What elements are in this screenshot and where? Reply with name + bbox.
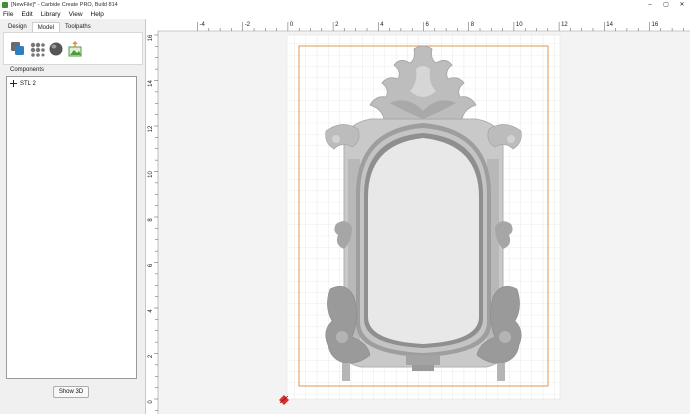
tab-design[interactable]: Design [3,22,32,32]
left-panel: Design Model Toolpaths Components STL 2 … [0,19,146,414]
menu-help[interactable]: Help [91,11,104,18]
ruler-label: 14 [148,80,154,87]
ruler-label: 12 [561,22,568,28]
image-to-model-button[interactable] [67,40,83,57]
show-3d-button[interactable]: Show 3D [53,386,89,398]
ruler-label: 16 [652,22,659,28]
image-relief-icon [68,40,82,56]
texture-icon [30,42,45,57]
minimize-button[interactable]: – [642,0,658,9]
component-name: STL 2 [20,80,36,87]
sphere-button[interactable] [48,41,64,57]
design-canvas[interactable]: -4 -2 0 2 4 6 8 10 12 14 16 16 14 12 10 8 6 4 2 0 [146,19,690,414]
texture-button[interactable] [29,41,45,57]
canvas-svg[interactable]: -4 -2 0 2 4 6 8 10 12 14 16 1614121086420 [146,19,690,414]
components-label: Components [10,67,45,73]
ruler-label: -2 [245,22,251,28]
ruler-label: 10 [516,22,523,28]
origin-marker-icon [279,395,289,405]
menu-file[interactable]: File [3,11,13,18]
tab-toolpaths[interactable]: Toolpaths [60,22,96,32]
ruler-label: 14 [606,22,613,28]
close-button[interactable]: ✕ [674,0,690,9]
title-bar: [NewFile]* - Carbide Create PRO, Build 8… [0,0,690,9]
menu-edit[interactable]: Edit [21,11,32,18]
ruler-label: 10 [148,171,154,178]
list-item[interactable]: STL 2 [10,80,36,87]
menu-bar: File Edit Library View Help [0,9,690,19]
app-icon [2,1,8,8]
ruler-label: 16 [148,34,154,41]
window-title: [NewFile]* - Carbide Create PRO, Build 8… [11,1,118,8]
tab-model[interactable]: Model [31,22,61,32]
model-tools [3,32,143,65]
sphere-icon [49,42,63,55]
menu-view[interactable]: View [69,11,83,18]
components-list[interactable]: STL 2 [6,76,137,379]
maximize-button[interactable]: ▢ [658,0,674,9]
vertical-ruler [146,19,158,414]
import-model-icon [11,41,24,55]
import-model-button[interactable] [10,41,26,57]
move-icon [10,80,17,87]
panel-tabs: Design Model Toolpaths [3,22,96,32]
ruler-label: 12 [148,125,154,132]
ruler-label: -4 [200,22,206,28]
menu-library[interactable]: Library [41,11,61,18]
window-controls: – ▢ ✕ [642,0,690,9]
